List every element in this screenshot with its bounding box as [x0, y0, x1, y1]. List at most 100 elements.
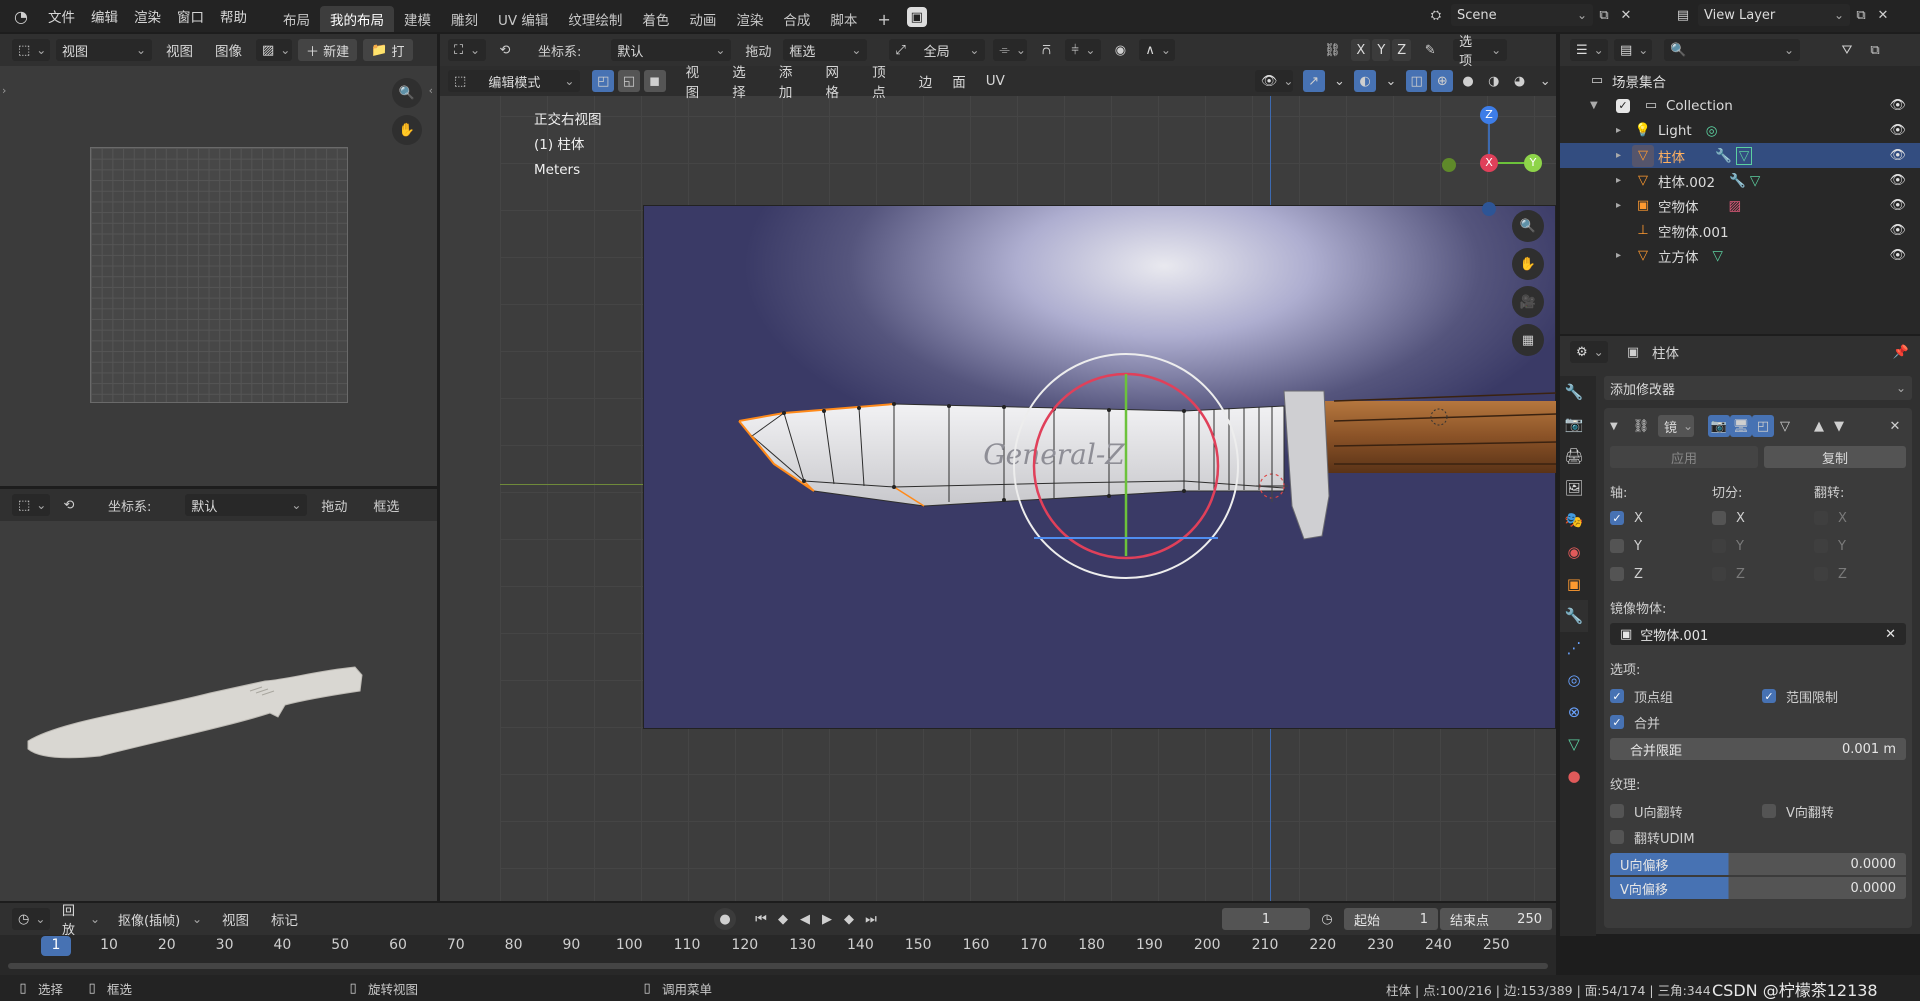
cube-mesh-data-icon[interactable]: ▽: [1713, 248, 1723, 264]
image-browse-dropdown[interactable]: ▨: [256, 39, 292, 61]
transform-orientation-icon[interactable]: ⟲: [58, 494, 80, 516]
axis-z-checkbox[interactable]: [1610, 567, 1624, 581]
mirror-object-field[interactable]: ▣ 空物体.001 ✕: [1610, 623, 1906, 645]
options-dropdown[interactable]: 选项: [1453, 35, 1508, 69]
ortho-toggle-icon[interactable]: ▦: [1512, 324, 1544, 356]
edge-select-icon[interactable]: ◱: [618, 70, 640, 92]
cylinder-expand-icon[interactable]: ▸: [1616, 150, 1632, 161]
cylinder-002-mesh-data-icon[interactable]: ▽: [1750, 173, 1760, 189]
preview-range-icon[interactable]: ◷: [1316, 908, 1338, 930]
collapse-arrow-icon[interactable]: ›: [2, 84, 6, 97]
move-down-icon[interactable]: ▼: [1828, 415, 1850, 437]
light-data-icon[interactable]: ◎: [1706, 123, 1718, 139]
view-mode-dropdown[interactable]: 视图: [56, 39, 152, 61]
cylinder-mesh-data-icon[interactable]: ▽: [1735, 146, 1753, 165]
render-tab-icon[interactable]: 📷: [1560, 408, 1588, 440]
constraints-tab-icon[interactable]: ⊗: [1560, 696, 1588, 728]
outliner-item-empty-001[interactable]: ⊥ 空物体.001 👁: [1560, 218, 1920, 243]
prev-keyframe-icon[interactable]: ◆: [772, 908, 794, 930]
u-offset-field[interactable]: U向偏移 0.0000: [1610, 853, 1906, 875]
modifier-collapse-icon[interactable]: ▼: [1610, 421, 1624, 432]
pivot-dropdown[interactable]: ⤢ 全局: [889, 39, 986, 61]
snap-dropdown[interactable]: ⌯: [993, 39, 1028, 61]
flip-x-checkbox[interactable]: [1814, 511, 1828, 525]
v-offset-field[interactable]: V向偏移 0.0000: [1610, 877, 1906, 899]
wireframe-shading-icon[interactable]: ⊕: [1431, 70, 1454, 92]
tab-sculpt[interactable]: 雕刻: [441, 6, 488, 32]
udim-flip-checkbox[interactable]: [1610, 830, 1624, 844]
pin-icon[interactable]: 📌: [1890, 341, 1912, 363]
bisect-x-checkbox[interactable]: [1712, 511, 1726, 525]
viewport-pan-icon[interactable]: ✋: [1512, 248, 1544, 280]
filter-icon[interactable]: ⛛: [1836, 39, 1858, 61]
axis-x-checkbox[interactable]: ✓: [1610, 511, 1624, 525]
mode-dropdown[interactable]: ⬚ 编辑模式: [448, 70, 581, 92]
viewport-zoom-icon[interactable]: 🔍: [1512, 210, 1544, 242]
jump-end-icon[interactable]: ⏭: [860, 908, 882, 930]
bisect-y-checkbox[interactable]: [1712, 539, 1726, 553]
tab-uv-editing[interactable]: UV 编辑: [488, 6, 558, 32]
tab-animation[interactable]: 动画: [679, 6, 726, 32]
add-workspace-button[interactable]: +: [867, 7, 900, 32]
vp-menu-uv[interactable]: UV: [978, 73, 1013, 89]
solid-shading-icon[interactable]: ●: [1457, 70, 1479, 92]
flip-z-checkbox[interactable]: [1814, 567, 1828, 581]
menu-render[interactable]: 渲染: [126, 6, 169, 26]
menu-edit[interactable]: 编辑: [83, 6, 126, 26]
vertex-select-icon[interactable]: ◰: [592, 70, 615, 92]
timeline-menu-marker[interactable]: 标记: [263, 909, 306, 929]
flip-y-checkbox[interactable]: [1814, 539, 1828, 553]
editmode-icon[interactable]: ◰: [1752, 415, 1774, 437]
cylinder-002-visibility-eye-icon[interactable]: 👁: [1889, 173, 1906, 188]
snapping-icon[interactable]: ⩃: [1035, 39, 1057, 61]
tab-scripting[interactable]: 脚本: [820, 6, 867, 32]
new-collection-icon[interactable]: ⧉: [1864, 39, 1886, 61]
menu-help[interactable]: 帮助: [212, 6, 255, 26]
remove-modifier-icon[interactable]: ✕: [1884, 415, 1906, 437]
expand-arrow-icon[interactable]: ‹: [429, 84, 433, 97]
orientation-icon[interactable]: ⟲: [494, 39, 516, 61]
output-tab-icon[interactable]: 🖨: [1560, 440, 1588, 472]
vp-menu-vertex[interactable]: 顶点: [864, 61, 907, 101]
gizmo-neg-z-icon[interactable]: [1482, 202, 1496, 216]
camera-view-icon[interactable]: 🎥: [1512, 286, 1544, 318]
end-frame-field[interactable]: 结束点 250: [1440, 908, 1552, 930]
next-keyframe-icon[interactable]: ◆: [838, 908, 860, 930]
frame-ruler[interactable]: 1 10 20 30 40 50 60 70 80 90 100 110 120 130 140 150 160…: [0, 936, 1556, 957]
overlays-dropdown-icon[interactable]: ⌄: [1380, 70, 1402, 92]
empty-visibility-eye-icon[interactable]: 👁: [1889, 198, 1906, 213]
zoom-icon[interactable]: 🔍: [392, 78, 422, 108]
merge-checkbox[interactable]: ✓: [1610, 715, 1624, 729]
menu-view[interactable]: 视图: [158, 40, 201, 60]
proportional-edit-icon[interactable]: ◉: [1109, 39, 1131, 61]
tab-compositing[interactable]: 合成: [773, 6, 820, 32]
empty-image-data-icon[interactable]: ▨: [1729, 198, 1742, 214]
preview-select-label[interactable]: 框选: [373, 496, 399, 515]
timeline-menu-view[interactable]: 视图: [214, 909, 257, 929]
new-scene-icon[interactable]: ⧉: [1593, 4, 1615, 26]
menu-window[interactable]: 窗口: [169, 6, 212, 26]
gizmo-y-icon[interactable]: Y: [1524, 154, 1542, 172]
editor-type-dropdown[interactable]: ⬚: [12, 39, 50, 61]
edit-cage-icon[interactable]: 📷: [1708, 415, 1730, 437]
modifier-tab-icon[interactable]: 🔧: [1560, 600, 1588, 632]
falloff-dropdown[interactable]: ∧: [1139, 39, 1176, 61]
axis-y-checkbox[interactable]: [1610, 539, 1624, 553]
u-flip-checkbox[interactable]: [1610, 804, 1624, 818]
record-icon[interactable]: ●: [714, 908, 736, 930]
vp-menu-view[interactable]: 视图: [678, 61, 721, 101]
axis-x-toggle[interactable]: X: [1351, 39, 1371, 61]
cube-expand-icon[interactable]: ▸: [1616, 250, 1632, 261]
vertex-groups-checkbox[interactable]: ✓: [1610, 689, 1624, 703]
axis-z-toggle[interactable]: Z: [1392, 39, 1412, 61]
cylinder-visibility-eye-icon[interactable]: 👁: [1889, 148, 1906, 163]
modifier-name-field[interactable]: 镜: [1658, 415, 1694, 437]
menu-file[interactable]: 文件: [40, 6, 83, 26]
visibility-dropdown[interactable]: 👁: [1254, 70, 1293, 92]
pan-hand-icon[interactable]: ✋: [392, 115, 422, 145]
outliner-item-empty[interactable]: ▸ ▣ 空物体 ▨ 👁: [1560, 193, 1920, 218]
collection-expand-icon[interactable]: ▼: [1590, 100, 1604, 111]
on-cage-icon[interactable]: ▽: [1774, 415, 1796, 437]
properties-editor-type-dropdown[interactable]: ⚙: [1570, 341, 1608, 363]
gizmo-z-icon[interactable]: Z: [1480, 106, 1498, 124]
